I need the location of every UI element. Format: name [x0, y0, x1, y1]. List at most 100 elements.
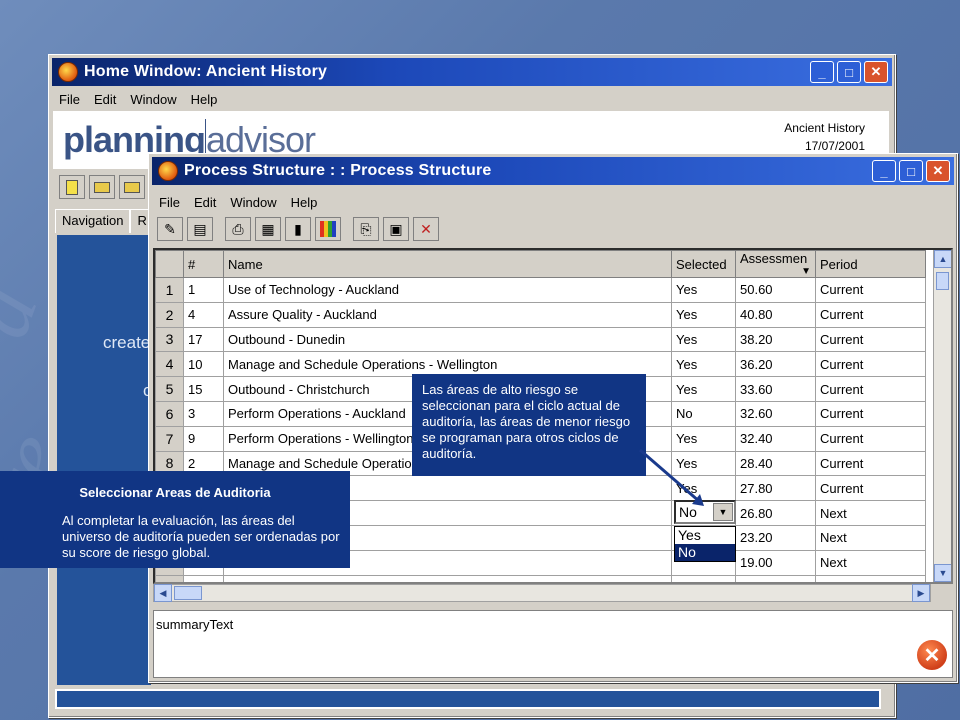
save-icon[interactable]: ▣: [383, 217, 409, 241]
table-row[interactable]: 1 1 Use of Technology - Auckland Yes 50.60 Cu…: [155, 277, 926, 303]
maximize-button[interactable]: □: [837, 61, 861, 83]
minimize-button[interactable]: _: [872, 160, 896, 182]
scroll-down-icon[interactable]: ▼: [934, 564, 951, 582]
maximize-button[interactable]: □: [899, 160, 923, 182]
menu-help[interactable]: Help: [291, 195, 318, 210]
column-header-assessment[interactable]: Assessmen ▼: [735, 250, 816, 278]
pencil-icon[interactable]: ✎: [157, 217, 183, 241]
cell-period[interactable]: Current: [815, 277, 926, 303]
cell-name[interactable]: Assure Quality - Auckland: [223, 301, 672, 328]
cell-assessment[interactable]: 23.20: [735, 524, 816, 551]
table-row[interactable]: 1319Use of Technology - HamiltonYes12.00…: [155, 574, 926, 582]
cell-period[interactable]: Current: [815, 351, 926, 378]
scroll-up-icon[interactable]: ▲: [934, 250, 951, 268]
tab-navigation[interactable]: Navigation: [55, 209, 131, 233]
vertical-scrollbar[interactable]: ▲ ▼: [933, 250, 951, 582]
cell-id[interactable]: 17: [183, 326, 224, 353]
table-row[interactable]: 4 10 Manage and Schedule Operations - Well…: [155, 351, 926, 378]
new-icon[interactable]: [59, 175, 85, 199]
print-icon[interactable]: ⎙: [225, 217, 251, 241]
horizontal-scrollbar[interactable]: ◀ ▶: [153, 584, 931, 602]
menu-window[interactable]: Window: [230, 195, 276, 210]
cell-assessment[interactable]: 32.40: [735, 425, 816, 452]
scroll-left-icon[interactable]: ◀: [154, 584, 172, 602]
cell-assessment[interactable]: 38.20: [735, 326, 816, 353]
cell-name[interactable]: Outbound - Dunedin: [223, 326, 672, 353]
cell-assessment[interactable]: 40.80: [735, 301, 816, 328]
cell-selected[interactable]: Yes: [671, 326, 736, 353]
cell-period[interactable]: Next: [815, 524, 926, 551]
cancel-icon[interactable]: ✕: [915, 638, 949, 672]
cell-id[interactable]: 19: [183, 574, 224, 582]
dropdown-option-no[interactable]: No: [675, 544, 735, 561]
cell-selected[interactable]: Yes: [671, 475, 736, 502]
close-button[interactable]: ✕: [926, 160, 950, 182]
cell-selected[interactable]: Yes: [671, 450, 736, 477]
cell-assessment[interactable]: 27.80: [735, 475, 816, 502]
create-link[interactable]: create: [103, 333, 150, 353]
cell-selected[interactable]: Yes: [671, 376, 736, 402]
cell-period[interactable]: Current: [815, 450, 926, 477]
cell-name[interactable]: Use of Technology - Hamilton: [223, 574, 672, 582]
menu-window[interactable]: Window: [130, 92, 176, 107]
menu-edit[interactable]: Edit: [94, 92, 116, 107]
dropdown-option-yes[interactable]: Yes: [675, 527, 735, 544]
scroll-thumb[interactable]: [936, 272, 949, 290]
export-icon[interactable]: ▦: [255, 217, 281, 241]
cell-assessment[interactable]: 33.60: [735, 376, 816, 402]
cell-assessment[interactable]: 32.60: [735, 400, 816, 427]
selected-dropdown[interactable]: No ▼: [674, 500, 736, 524]
cell-period[interactable]: Next: [815, 549, 926, 576]
cell-period[interactable]: Next: [815, 500, 926, 526]
column-header-selected[interactable]: Selected: [671, 250, 736, 278]
cell-name[interactable]: Manage and Schedule Operations - Welling…: [223, 351, 672, 378]
summary-text[interactable]: summaryText: [153, 610, 953, 678]
cell-selected[interactable]: No: [671, 400, 736, 427]
cell-id[interactable]: 9: [183, 425, 224, 452]
cell-period[interactable]: Not Programmed: [815, 574, 926, 582]
cell-selected[interactable]: Yes: [671, 425, 736, 452]
color-grid-icon[interactable]: [315, 217, 341, 241]
minimize-button[interactable]: _: [810, 61, 834, 83]
menu-edit[interactable]: Edit: [194, 195, 216, 210]
folder-icon[interactable]: [119, 175, 145, 199]
table-row[interactable]: 3 17 Outbound - Dunedin Yes 38.20 Current: [155, 326, 926, 353]
chevron-down-icon[interactable]: ▼: [713, 503, 733, 521]
menu-help[interactable]: Help: [191, 92, 218, 107]
table-row[interactable]: 2 4 Assure Quality - Auckland Yes 40.80 Curre…: [155, 301, 926, 328]
open-folder-icon[interactable]: [89, 175, 115, 199]
cell-period[interactable]: Current: [815, 475, 926, 502]
column-header-id[interactable]: #: [183, 250, 224, 278]
column-header-period[interactable]: Period: [815, 250, 926, 278]
properties-icon[interactable]: ▤: [187, 217, 213, 241]
cell-assessment[interactable]: 19.00: [735, 549, 816, 576]
cell-name[interactable]: Use of Technology - Auckland: [223, 277, 672, 303]
scroll-thumb-horizontal[interactable]: [174, 586, 202, 600]
cell-assessment[interactable]: 28.40: [735, 450, 816, 477]
cell-selected[interactable]: Yes: [671, 301, 736, 328]
cell-id[interactable]: 1: [183, 277, 224, 303]
cell-assessment[interactable]: 12.00: [735, 574, 816, 582]
cell-assessment[interactable]: 26.80: [735, 500, 816, 526]
cell-id[interactable]: 3: [183, 400, 224, 427]
cell-selected[interactable]: Yes: [671, 277, 736, 303]
copy-icon[interactable]: ⎘: [353, 217, 379, 241]
cell-selected[interactable]: Yes: [671, 574, 736, 582]
filter-clear-icon[interactable]: ✕: [413, 217, 439, 241]
column-header-name[interactable]: Name: [223, 250, 672, 278]
menu-file[interactable]: File: [59, 92, 80, 107]
cell-assessment[interactable]: 50.60: [735, 277, 816, 303]
cell-period[interactable]: Current: [815, 400, 926, 427]
cell-id[interactable]: 10: [183, 351, 224, 378]
cell-id[interactable]: 4: [183, 301, 224, 328]
scroll-right-icon[interactable]: ▶: [912, 584, 930, 602]
chart-icon[interactable]: ▮: [285, 217, 311, 241]
cell-period[interactable]: Current: [815, 301, 926, 328]
cell-period[interactable]: Current: [815, 425, 926, 452]
cell-period[interactable]: Current: [815, 326, 926, 353]
cell-assessment[interactable]: 36.20: [735, 351, 816, 378]
close-button[interactable]: ✕: [864, 61, 888, 83]
cell-selected[interactable]: Yes: [671, 351, 736, 378]
cell-period[interactable]: Current: [815, 376, 926, 402]
menu-file[interactable]: File: [159, 195, 180, 210]
